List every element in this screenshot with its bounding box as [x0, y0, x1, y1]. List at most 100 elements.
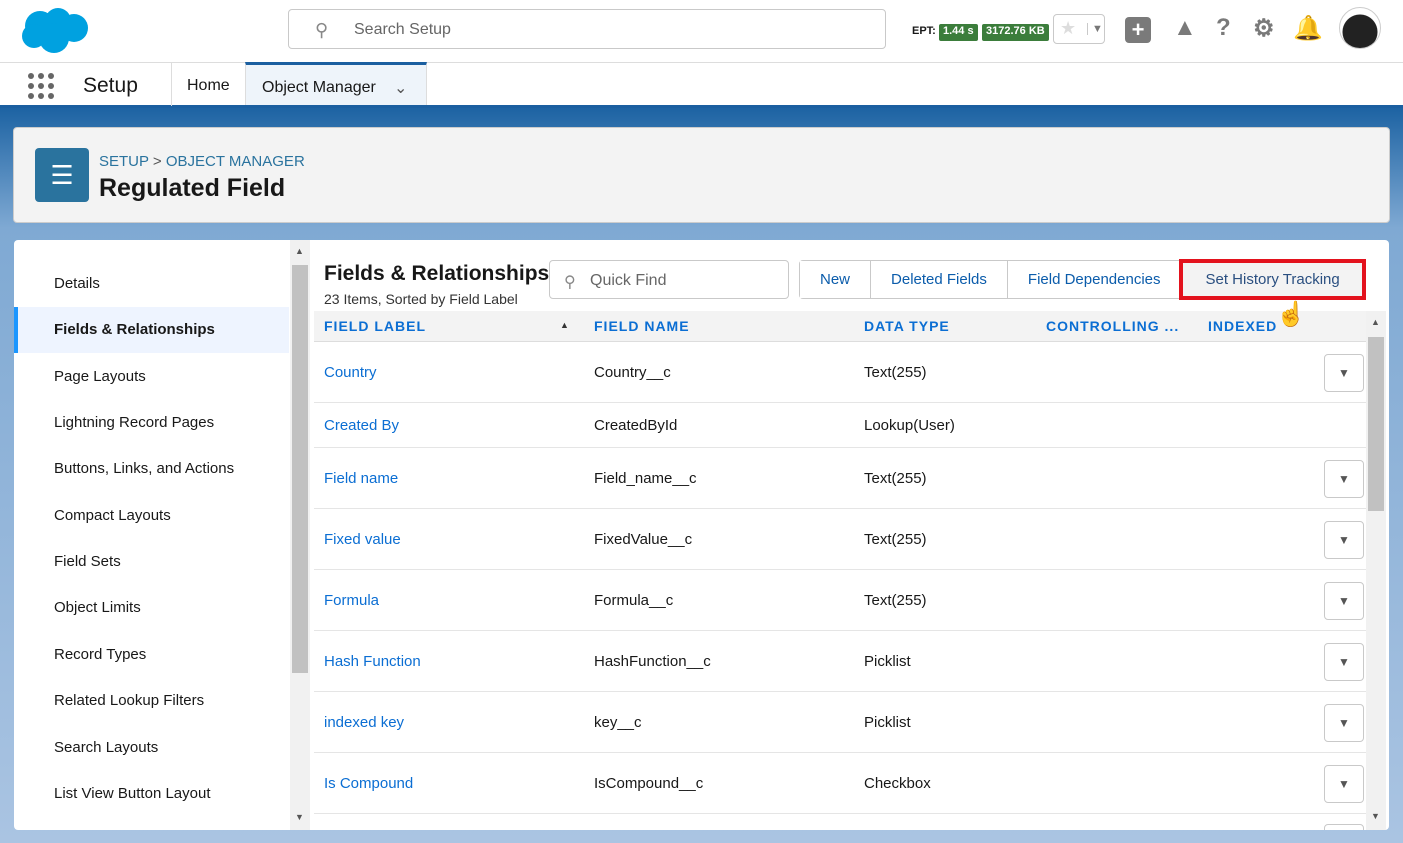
breadcrumb-separator: >	[152, 153, 162, 170]
row-actions-menu[interactable]: ▼	[1324, 521, 1364, 559]
table-scrollbar[interactable]: ▲ ▼	[1366, 311, 1386, 830]
sidebar-item-label: Object Limits	[54, 599, 141, 616]
sidebar-item-details[interactable]: Details	[14, 261, 289, 307]
gear-icon[interactable]: ⚙	[1253, 14, 1275, 43]
scrollbar-thumb[interactable]	[292, 265, 308, 673]
page-title: Regulated Field	[99, 174, 286, 202]
hand-cursor-icon: ☝	[1276, 301, 1306, 328]
table-row: Field name Field_name__c Text(255) ▼	[314, 448, 1366, 509]
table-row: Fixed value FixedValue__c Text(255) ▼	[314, 509, 1366, 570]
sidebar-item-label: Field Sets	[54, 553, 121, 570]
field-label-link[interactable]: Formula	[324, 592, 379, 609]
new-button[interactable]: New	[800, 261, 871, 298]
row-actions-menu[interactable]: ▼	[1324, 582, 1364, 620]
table-row: Country Country__c Text(255) ▼	[314, 342, 1366, 403]
row-actions-menu[interactable]: ▼	[1324, 460, 1364, 498]
data-type: Checkbox	[864, 775, 931, 792]
add-icon[interactable]: +	[1125, 17, 1151, 43]
tab-object-manager[interactable]: Object Manager ⌄	[245, 62, 427, 105]
column-controlling[interactable]: CONTROLLING ...	[1046, 318, 1179, 334]
tab-home[interactable]: Home	[171, 63, 246, 106]
field-name: key__c	[594, 714, 642, 731]
sidebar-item-label: Fields & Relationships	[54, 321, 215, 338]
action-button-group: New Deleted Fields Field Dependencies Se…	[799, 259, 1366, 300]
star-icon[interactable]: ★	[1060, 18, 1076, 39]
sidebar-item-field-sets[interactable]: Field Sets	[14, 539, 289, 585]
breadcrumb-setup[interactable]: SETUP	[99, 153, 149, 170]
field-name: FixedValue__c	[594, 531, 693, 548]
sidebar-item-lightning-record-pages[interactable]: Lightning Record Pages	[14, 400, 289, 446]
scroll-up-icon[interactable]: ▲	[1371, 317, 1380, 327]
global-header: ⚲ Search Setup EPT: 1.44 s 3172.76 KB ★ ▼…	[0, 0, 1403, 62]
field-dependencies-button[interactable]: Field Dependencies	[1006, 261, 1181, 298]
scroll-down-icon[interactable]: ▼	[1371, 811, 1380, 821]
chevron-down-icon[interactable]: ▼	[1087, 23, 1103, 35]
sidebar-item-compact-layouts[interactable]: Compact Layouts	[14, 493, 289, 539]
set-history-tracking-button[interactable]: Set History Tracking	[1178, 259, 1366, 300]
data-type: Text(255)	[864, 592, 927, 609]
row-actions-menu[interactable]: ▼	[1324, 765, 1364, 803]
bell-icon[interactable]: 🔔	[1293, 14, 1323, 43]
column-indexed[interactable]: INDEXED	[1208, 318, 1277, 334]
data-type: Picklist	[864, 653, 911, 670]
sidebar-item-page-layouts[interactable]: Page Layouts	[14, 354, 289, 400]
favorites-button[interactable]: ★ ▼	[1053, 14, 1105, 44]
field-name: CreatedById	[594, 417, 678, 434]
field-label-link[interactable]: Is Compound	[324, 775, 413, 792]
row-actions-menu[interactable]: ▼	[1324, 643, 1364, 681]
field-label-link[interactable]: Country	[324, 364, 377, 381]
deleted-fields-button[interactable]: Deleted Fields	[870, 261, 1007, 298]
sidebar-item-search-layouts[interactable]: Search Layouts	[14, 725, 289, 771]
row-actions-menu[interactable]: ▼	[1324, 704, 1364, 742]
field-name: Country__c	[594, 364, 671, 381]
column-field-label[interactable]: FIELD LABEL	[324, 318, 426, 334]
breadcrumb-object-manager[interactable]: OBJECT MANAGER	[166, 153, 305, 170]
sidebar-item-label: Search Layouts	[54, 739, 159, 756]
sidebar-item-label: Lightning Record Pages	[54, 414, 215, 431]
field-label-link[interactable]: indexed key	[324, 714, 404, 731]
data-type: Lookup(User)	[864, 417, 955, 434]
trailhead-icon[interactable]: ▲	[1173, 14, 1197, 42]
object-sidebar: Details Fields & Relationships Page Layo…	[14, 240, 289, 830]
help-icon[interactable]: ?	[1216, 14, 1231, 42]
row-actions-menu[interactable]: ▼	[1324, 354, 1364, 392]
sidebar-scrollbar[interactable]: ▲ ▼	[290, 240, 310, 830]
column-data-type[interactable]: DATA TYPE	[864, 318, 950, 334]
search-placeholder: Search Setup	[354, 21, 451, 38]
scroll-down-icon[interactable]: ▼	[295, 812, 304, 822]
sort-ascending-icon[interactable]: ▲	[560, 320, 569, 330]
scrollbar-thumb[interactable]	[1368, 337, 1384, 511]
field-name: Formula__c	[594, 592, 674, 609]
field-label-link[interactable]: Hash Function	[324, 653, 421, 670]
sidebar-item-label: Details	[54, 275, 100, 292]
table-row: Formula Formula__c Text(255) ▼	[314, 570, 1366, 631]
quick-find-input[interactable]: ⚲ Quick Find	[549, 260, 789, 299]
data-type: Picklist	[864, 714, 911, 731]
tab-label: Home	[187, 77, 230, 94]
quick-find-placeholder: Quick Find	[590, 272, 667, 289]
row-actions-menu[interactable]	[1324, 824, 1364, 830]
field-label-link[interactable]: Created By	[324, 417, 399, 434]
search-setup-input[interactable]: ⚲ Search Setup	[288, 9, 886, 49]
chevron-down-icon[interactable]: ⌄	[394, 78, 407, 98]
sidebar-item-label: Page Layouts	[54, 368, 146, 385]
app-launcher-icon[interactable]	[28, 73, 54, 99]
sidebar-item-buttons-links-actions[interactable]: Buttons, Links, and Actions	[14, 446, 289, 492]
column-field-name[interactable]: FIELD NAME	[594, 318, 690, 334]
sidebar-item-fields-relationships[interactable]: Fields & Relationships	[14, 307, 289, 353]
layers-icon: ☰	[35, 148, 89, 202]
breadcrumb: SETUP > OBJECT MANAGER	[99, 153, 305, 170]
salesforce-logo[interactable]	[18, 6, 90, 54]
sidebar-item-object-limits[interactable]: Object Limits	[14, 585, 289, 631]
avatar[interactable]	[1339, 7, 1381, 49]
field-name: HashFunction__c	[594, 653, 711, 670]
field-label-link[interactable]: Field name	[324, 470, 398, 487]
field-label-link[interactable]: Fixed value	[324, 531, 401, 548]
sidebar-item-record-types[interactable]: Record Types	[14, 632, 289, 678]
ept-label: EPT:	[912, 25, 936, 37]
app-nav: Setup Home Object Manager ⌄	[0, 62, 1403, 108]
sidebar-item-related-lookup-filters[interactable]: Related Lookup Filters	[14, 678, 289, 724]
sidebar-item-label: Record Types	[54, 646, 147, 663]
scroll-up-icon[interactable]: ▲	[295, 246, 304, 256]
sidebar-item-list-view-button-layout[interactable]: List View Button Layout	[14, 771, 289, 817]
